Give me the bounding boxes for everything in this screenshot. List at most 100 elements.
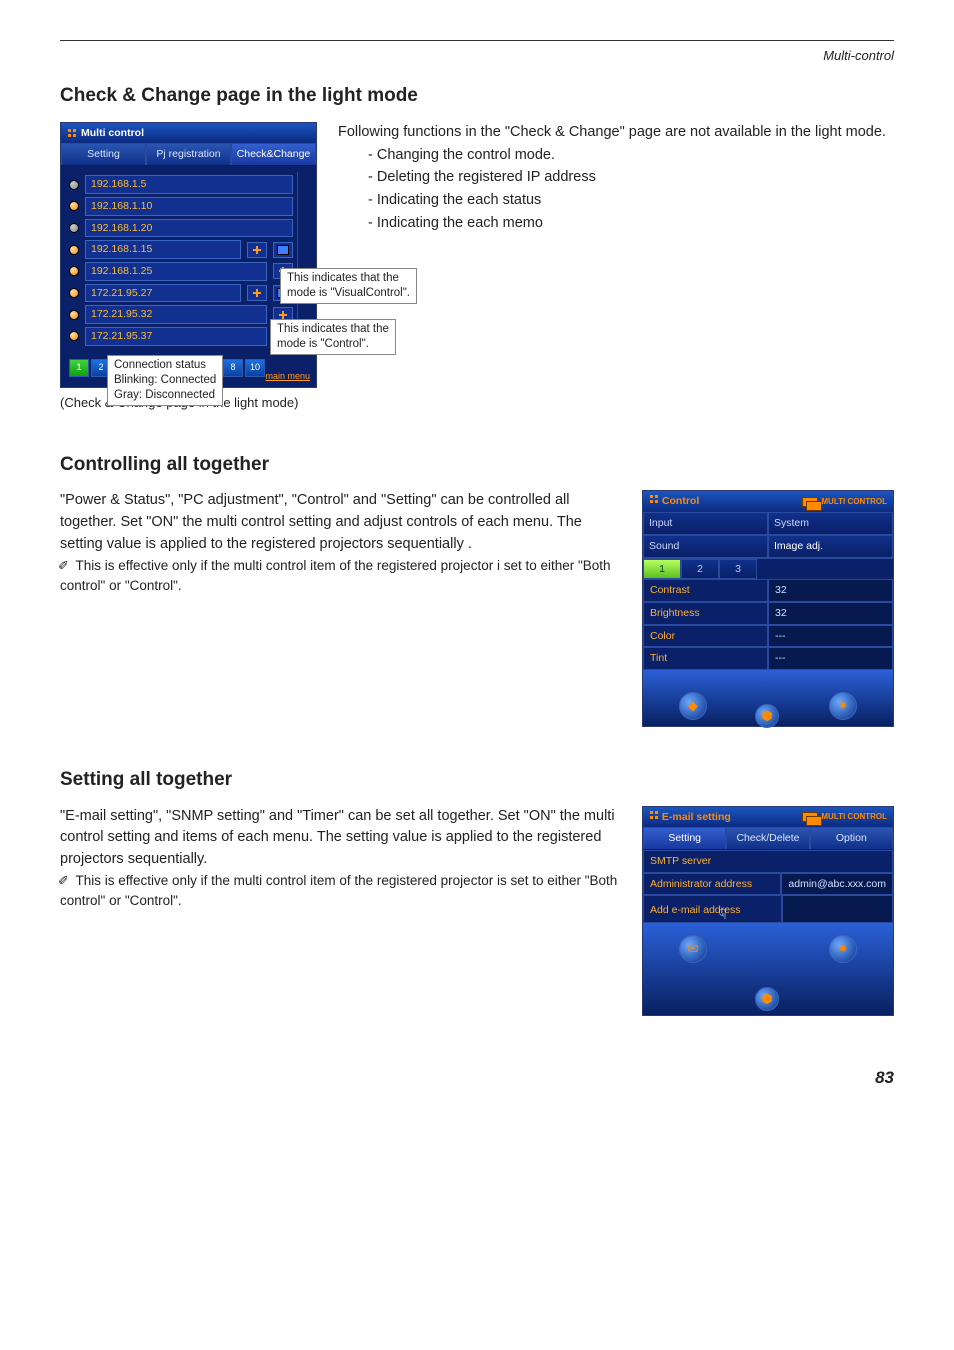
page-number: 83 xyxy=(60,1066,894,1090)
email-row: SMTP server xyxy=(643,850,893,873)
callout-connection-status: Connection status Blinking: Connected Gr… xyxy=(107,355,223,406)
control-panel-title: Control MULTI CONTROL xyxy=(643,491,893,512)
multi-control-tag: MULTI CONTROL xyxy=(802,811,887,822)
tab-row: Setting Pj registration Check&Change xyxy=(61,143,316,166)
section1-text: Following functions in the "Check & Chan… xyxy=(338,122,894,412)
param-value[interactable]: --- xyxy=(768,625,893,648)
badge-icon[interactable]: ⬢ xyxy=(755,987,779,1011)
bullet: - Indicating the each status xyxy=(368,190,894,212)
app-icon xyxy=(67,128,77,138)
bullet: - Deleting the registered IP address xyxy=(368,167,894,189)
tab-check-change[interactable]: Check&Change xyxy=(231,143,316,165)
status-led xyxy=(69,223,79,233)
param-value[interactable]: --- xyxy=(768,647,893,670)
email-row: Add e-mail address☟ xyxy=(643,895,893,923)
param-row: Color--- xyxy=(643,625,893,648)
status-led xyxy=(69,288,79,298)
section-check-change: Check & Change page in the light mode Mu… xyxy=(60,83,894,412)
param-label: Color xyxy=(643,625,768,648)
status-led xyxy=(69,331,79,341)
param-value[interactable]: 32 xyxy=(768,602,893,625)
bullet: - Indicating the each memo xyxy=(368,213,894,235)
ip-row[interactable]: 192.168.1.20 xyxy=(69,219,293,238)
figure-control-panel: Control MULTI CONTROL Input System Sound… xyxy=(642,490,894,727)
ip-address: 192.168.1.15 xyxy=(85,240,241,259)
subtab-2[interactable]: 2 xyxy=(681,559,719,580)
hand-cursor-icon: ☟ xyxy=(718,906,727,922)
tab-input[interactable]: Input xyxy=(643,512,768,535)
subtab-3[interactable]: 3 xyxy=(719,559,757,580)
section-controlling: Controlling all together "Power & Status… xyxy=(60,452,894,727)
status-led xyxy=(69,180,79,190)
param-row: Tint--- xyxy=(643,647,893,670)
email-value[interactable]: admin@abc.xxx.com xyxy=(781,873,893,896)
badge-icon[interactable]: ✉ xyxy=(679,935,707,963)
tab-pj-registration[interactable]: Pj registration xyxy=(146,143,231,165)
heading-check-change: Check & Change page in the light mode xyxy=(60,83,894,110)
pager-button[interactable]: 8 xyxy=(223,359,243,377)
section-setting: Setting all together "E-mail setting", "… xyxy=(60,767,894,1016)
header-category: Multi-control xyxy=(60,47,894,65)
badge-icon[interactable]: ✷ xyxy=(829,692,857,720)
ip-address: 172.21.95.27 xyxy=(85,284,241,303)
section2-body: "Power & Status", "PC adjustment", "Cont… xyxy=(60,490,624,555)
email-tab-option[interactable]: Option xyxy=(810,827,893,849)
badge-icon[interactable]: ⬢ xyxy=(755,704,779,728)
email-tab-check-delete[interactable]: Check/Delete xyxy=(726,827,809,849)
email-tab-setting[interactable]: Setting xyxy=(643,827,726,849)
param-value[interactable]: 32 xyxy=(768,579,893,602)
bullet: - Changing the control mode. xyxy=(368,145,894,167)
conn-status-line1: Blinking: Connected xyxy=(114,373,216,388)
control-bottom-bar: ◆ ✷ ⬢ xyxy=(643,670,893,726)
note-icon: ✐ xyxy=(58,556,72,576)
control-mode-icon[interactable] xyxy=(247,242,267,258)
section1-intro: Following functions in the "Check & Chan… xyxy=(338,122,894,144)
ip-address: 172.21.95.37 xyxy=(85,327,267,346)
main-menu-link[interactable]: main menu xyxy=(265,370,310,383)
tab-sound[interactable]: Sound xyxy=(643,535,768,558)
note-icon: ✐ xyxy=(58,871,72,891)
tab-image-adj[interactable]: Image adj. xyxy=(768,535,893,558)
ip-list: 192.168.1.5 192.168.1.10 192.168.1.20 192.1… xyxy=(69,172,297,349)
conn-status-title: Connection status xyxy=(114,358,216,373)
ip-row[interactable]: 172.21.95.32 xyxy=(69,305,293,324)
email-bottom-bar: ✉ ✷ ⬢ xyxy=(643,923,893,1015)
param-label: Contrast xyxy=(643,579,768,602)
ip-row[interactable]: 192.168.1.5 xyxy=(69,175,293,194)
ip-address: 192.168.1.10 xyxy=(85,197,293,216)
email-label: Administrator address xyxy=(643,873,781,896)
ip-row[interactable]: 172.21.95.37 xyxy=(69,327,293,346)
control-mode-icon[interactable] xyxy=(247,285,267,301)
panel-title: Multi control xyxy=(61,123,316,144)
heading-controlling: Controlling all together xyxy=(60,452,894,479)
email-value[interactable] xyxy=(782,895,893,923)
email-title-text: E-mail setting xyxy=(662,811,731,823)
ip-row[interactable]: 192.168.1.15 xyxy=(69,240,293,259)
figure-check-change: Multi control Setting Pj registration Ch… xyxy=(60,122,320,412)
ip-address: 172.21.95.32 xyxy=(85,305,267,324)
app-icon xyxy=(649,494,659,504)
section1-bullets: - Changing the control mode. - Deleting … xyxy=(368,145,894,235)
tab-setting[interactable]: Setting xyxy=(61,143,146,165)
pager-button[interactable]: 1 xyxy=(69,359,89,377)
pager-button[interactable]: 10 xyxy=(245,359,265,377)
ip-row[interactable]: 172.21.95.27 xyxy=(69,284,293,303)
conn-status-line2: Gray: Disconnected xyxy=(114,388,216,403)
multi-control-tag: MULTI CONTROL xyxy=(802,496,887,507)
ip-row[interactable]: 192.168.1.10 xyxy=(69,197,293,216)
badge-icon[interactable]: ◆ xyxy=(679,692,707,720)
tab-system[interactable]: System xyxy=(768,512,893,535)
status-led xyxy=(69,201,79,211)
heading-setting: Setting all together xyxy=(60,767,894,794)
ip-row[interactable]: 192.168.1.25 xyxy=(69,262,293,281)
subtab-1[interactable]: 1 xyxy=(643,559,681,580)
control-title-text: Control xyxy=(662,495,699,507)
section3-note: This is effective only if the multi cont… xyxy=(60,873,617,908)
badge-icon[interactable]: ✷ xyxy=(829,935,857,963)
callout-control: This indicates that themode is "Control"… xyxy=(270,319,396,355)
panel-title-text: Multi control xyxy=(81,126,144,141)
email-label: SMTP server xyxy=(643,850,893,873)
status-led xyxy=(69,310,79,320)
visual-mode-icon[interactable] xyxy=(273,242,293,258)
param-row: Contrast32 xyxy=(643,579,893,602)
